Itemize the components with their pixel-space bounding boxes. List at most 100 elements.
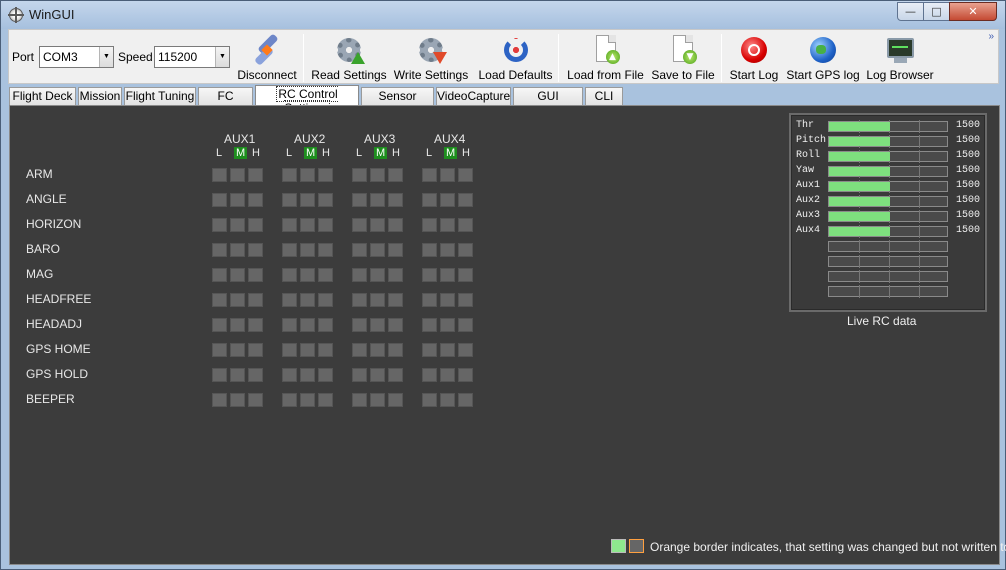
save-to-file-button[interactable]: ▼ Save to File (651, 32, 715, 83)
mode-checkbox[interactable] (212, 268, 227, 282)
mode-checkbox[interactable] (282, 168, 297, 182)
mode-checkbox[interactable] (248, 243, 263, 257)
mode-checkbox[interactable] (230, 168, 245, 182)
mode-checkbox[interactable] (458, 343, 473, 357)
mode-checkbox[interactable] (370, 268, 385, 282)
close-button[interactable]: ✕ (949, 2, 997, 21)
mode-checkbox[interactable] (352, 193, 367, 207)
mode-checkbox[interactable] (248, 218, 263, 232)
mode-checkbox[interactable] (352, 243, 367, 257)
mode-checkbox[interactable] (318, 193, 333, 207)
mode-checkbox[interactable] (422, 168, 437, 182)
mode-checkbox[interactable] (458, 193, 473, 207)
maximize-button[interactable]: □ (923, 2, 950, 21)
mode-checkbox[interactable] (300, 343, 315, 357)
mode-checkbox[interactable] (458, 293, 473, 307)
mode-checkbox[interactable] (300, 393, 315, 407)
mode-checkbox[interactable] (282, 343, 297, 357)
mode-checkbox[interactable] (318, 293, 333, 307)
mode-checkbox[interactable] (212, 218, 227, 232)
mode-checkbox[interactable] (440, 393, 455, 407)
mode-checkbox[interactable] (422, 268, 437, 282)
mode-checkbox[interactable] (212, 168, 227, 182)
mode-checkbox[interactable] (370, 218, 385, 232)
mode-checkbox[interactable] (230, 368, 245, 382)
mode-checkbox[interactable] (352, 368, 367, 382)
mode-checkbox[interactable] (458, 318, 473, 332)
mode-checkbox[interactable] (248, 168, 263, 182)
mode-checkbox[interactable] (318, 318, 333, 332)
mode-checkbox[interactable] (212, 193, 227, 207)
mode-checkbox[interactable] (300, 243, 315, 257)
mode-checkbox[interactable] (282, 268, 297, 282)
tab-fc-config[interactable]: FC Config (198, 87, 253, 117)
mode-checkbox[interactable] (422, 193, 437, 207)
mode-checkbox[interactable] (230, 243, 245, 257)
mode-checkbox[interactable] (352, 268, 367, 282)
disconnect-button[interactable]: Disconnect (235, 32, 299, 83)
write-settings-button[interactable]: Write Settings (392, 32, 470, 83)
mode-checkbox[interactable] (440, 318, 455, 332)
mode-checkbox[interactable] (370, 368, 385, 382)
tab-gui-settings[interactable]: GUI Settings (513, 87, 583, 117)
mode-checkbox[interactable] (388, 193, 403, 207)
mode-checkbox[interactable] (352, 393, 367, 407)
mode-checkbox[interactable] (300, 293, 315, 307)
mode-checkbox[interactable] (300, 218, 315, 232)
mode-checkbox[interactable] (282, 368, 297, 382)
mode-checkbox[interactable] (388, 218, 403, 232)
tab-rc-control-settings[interactable]: RC Control Settings (255, 85, 359, 116)
mode-checkbox[interactable] (282, 193, 297, 207)
mode-checkbox[interactable] (318, 343, 333, 357)
mode-checkbox[interactable] (458, 218, 473, 232)
mode-checkbox[interactable] (370, 168, 385, 182)
mode-checkbox[interactable] (212, 318, 227, 332)
minimize-button[interactable]: — (897, 2, 924, 21)
tab-mission[interactable]: Mission (78, 87, 122, 105)
mode-checkbox[interactable] (352, 218, 367, 232)
mode-checkbox[interactable] (352, 293, 367, 307)
mode-checkbox[interactable] (282, 293, 297, 307)
mode-checkbox[interactable] (458, 243, 473, 257)
mode-checkbox[interactable] (440, 218, 455, 232)
read-settings-button[interactable]: Read Settings (311, 32, 387, 83)
mode-checkbox[interactable] (318, 393, 333, 407)
mode-checkbox[interactable] (388, 243, 403, 257)
mode-checkbox[interactable] (230, 293, 245, 307)
mode-checkbox[interactable] (212, 243, 227, 257)
mode-checkbox[interactable] (230, 193, 245, 207)
mode-checkbox[interactable] (300, 193, 315, 207)
mode-checkbox[interactable] (422, 368, 437, 382)
mode-checkbox[interactable] (440, 168, 455, 182)
mode-checkbox[interactable] (440, 193, 455, 207)
start-gps-log-button[interactable]: Start GPS log (786, 32, 860, 83)
mode-checkbox[interactable] (440, 343, 455, 357)
mode-checkbox[interactable] (458, 393, 473, 407)
mode-checkbox[interactable] (422, 218, 437, 232)
mode-checkbox[interactable] (352, 168, 367, 182)
mode-checkbox[interactable] (458, 268, 473, 282)
mode-checkbox[interactable] (212, 368, 227, 382)
speed-select[interactable]: 115200 ▼ (154, 46, 230, 68)
mode-checkbox[interactable] (440, 243, 455, 257)
mode-checkbox[interactable] (318, 218, 333, 232)
mode-checkbox[interactable] (230, 393, 245, 407)
mode-checkbox[interactable] (422, 393, 437, 407)
toolbar-overflow-button[interactable]: » (988, 31, 994, 42)
mode-checkbox[interactable] (248, 268, 263, 282)
mode-checkbox[interactable] (230, 343, 245, 357)
mode-checkbox[interactable] (370, 193, 385, 207)
mode-checkbox[interactable] (422, 243, 437, 257)
mode-checkbox[interactable] (300, 268, 315, 282)
mode-checkbox[interactable] (212, 393, 227, 407)
mode-checkbox[interactable] (440, 293, 455, 307)
mode-checkbox[interactable] (248, 293, 263, 307)
mode-checkbox[interactable] (318, 243, 333, 257)
tab-flight-tuning[interactable]: Flight Tuning (124, 87, 196, 105)
log-browser-button[interactable]: Log Browser (866, 32, 934, 83)
mode-checkbox[interactable] (318, 368, 333, 382)
mode-checkbox[interactable] (282, 243, 297, 257)
mode-checkbox[interactable] (318, 168, 333, 182)
mode-checkbox[interactable] (388, 343, 403, 357)
mode-checkbox[interactable] (370, 318, 385, 332)
